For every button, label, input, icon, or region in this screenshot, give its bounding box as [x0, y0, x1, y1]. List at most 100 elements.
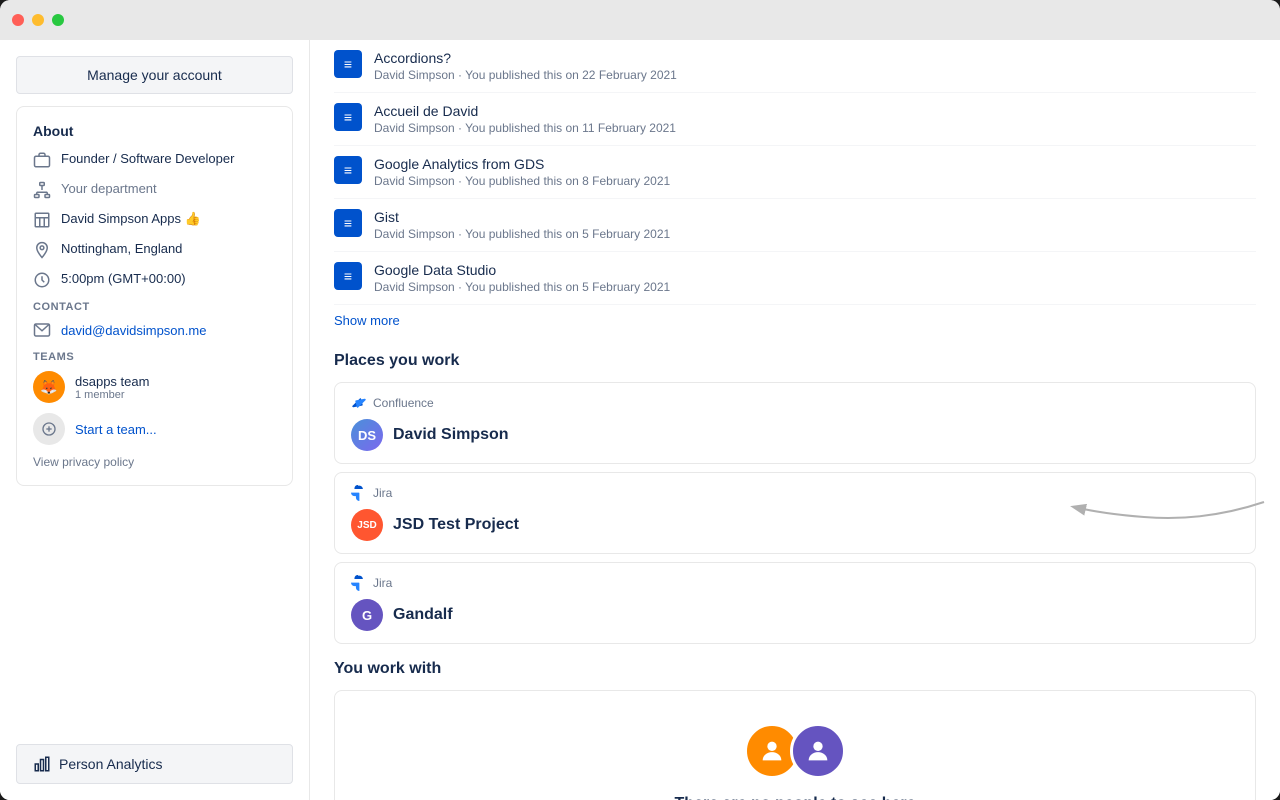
- article-item-3[interactable]: ≡ Gist David Simpson · You published thi…: [334, 199, 1256, 252]
- place-card-jira-2[interactable]: Jira G Gandalf: [334, 562, 1256, 644]
- article-item-4[interactable]: ≡ Google Data Studio David Simpson · You…: [334, 252, 1256, 305]
- confluence-body: DS David Simpson: [351, 419, 1239, 451]
- jira-icon-2: [351, 575, 367, 591]
- email-item: david@davidsimpson.me: [33, 321, 276, 339]
- person-icon-2: [804, 737, 832, 765]
- department-item: Your department: [33, 181, 276, 199]
- jira-avatar-1: JSD: [351, 509, 383, 541]
- confluence-icon: [351, 395, 367, 411]
- article-item-2[interactable]: ≡ Google Analytics from GDS David Simpso…: [334, 146, 1256, 199]
- places-heading: Places you work: [334, 352, 1256, 370]
- jira-label-1: Jira: [373, 486, 392, 500]
- jira-header-2: Jira: [351, 575, 1239, 591]
- place-card-confluence[interactable]: Confluence DS David Simpson: [334, 382, 1256, 464]
- article-meta: David Simpson · You published this on 5 …: [374, 280, 1256, 294]
- teams-label: TEAMS: [33, 351, 276, 363]
- place-card-jira-1[interactable]: Jira JSD JSD Test Project: [334, 472, 1256, 554]
- you-work-with-heading: You work with: [334, 660, 1256, 678]
- articles-list: ≡ Accordions? David Simpson · You publis…: [334, 40, 1256, 336]
- location-item: Nottingham, England: [33, 241, 276, 259]
- maximize-button[interactable]: [52, 14, 64, 26]
- teams-section: TEAMS 🦊 dsapps team 1 member: [33, 351, 276, 445]
- jira-body-2: G Gandalf: [351, 599, 1239, 631]
- jira-label-2: Jira: [373, 576, 392, 590]
- company-item: David Simpson Apps 👍: [33, 211, 276, 229]
- article-icon: ≡: [334, 209, 362, 237]
- location-icon: [33, 241, 51, 259]
- jira-header-1: Jira: [351, 485, 1239, 501]
- article-title: Accueil de David: [374, 103, 1256, 119]
- team-avatar: 🦊: [33, 371, 65, 403]
- email-icon: [33, 321, 51, 339]
- article-info: Accordions? David Simpson · You publishe…: [374, 50, 1256, 82]
- close-button[interactable]: [12, 14, 24, 26]
- article-title: Gist: [374, 209, 1256, 225]
- article-meta: David Simpson · You published this on 8 …: [374, 174, 1256, 188]
- you-work-with-section: You work with: [334, 660, 1256, 800]
- you-work-with-card: There are no people to see here: [334, 690, 1256, 800]
- team-name: dsapps team: [75, 374, 149, 389]
- article-icon: ≡: [334, 50, 362, 78]
- team-info: dsapps team 1 member: [75, 374, 149, 401]
- start-team-icon: [33, 413, 65, 445]
- location-text: Nottingham, England: [61, 241, 182, 256]
- article-item-1[interactable]: ≡ Accueil de David David Simpson · You p…: [334, 93, 1256, 146]
- confluence-avatar: DS: [351, 419, 383, 451]
- department-text: Your department: [61, 181, 157, 196]
- work-avatar-2: [790, 723, 846, 779]
- article-meta: David Simpson · You published this on 11…: [374, 121, 1256, 135]
- time-text: 5:00pm (GMT+00:00): [61, 271, 186, 286]
- places-section: Places you work Confluence DS David Simp…: [334, 352, 1256, 644]
- clock-icon: [33, 271, 51, 289]
- article-meta: David Simpson · You published this on 5 …: [374, 227, 1256, 241]
- minimize-button[interactable]: [32, 14, 44, 26]
- confluence-place-name: David Simpson: [393, 426, 509, 444]
- jira-avatar-2: G: [351, 599, 383, 631]
- contact-section: CONTACT david@davidsimpson.me: [33, 301, 276, 339]
- start-team-label[interactable]: Start a team...: [75, 422, 157, 437]
- add-team-icon: [41, 421, 57, 437]
- article-info: Google Data Studio David Simpson · You p…: [374, 262, 1256, 294]
- email-text[interactable]: david@davidsimpson.me: [61, 323, 206, 338]
- app-window: Manage your account About Founder / Soft…: [0, 0, 1280, 800]
- role-item: Founder / Software Developer: [33, 151, 276, 169]
- person-icon-1: [758, 737, 786, 765]
- main-content: ≡ Accordions? David Simpson · You publis…: [310, 40, 1280, 800]
- privacy-link[interactable]: View privacy policy: [33, 455, 276, 469]
- article-title: Google Data Studio: [374, 262, 1256, 278]
- confluence-header: Confluence: [351, 395, 1239, 411]
- jira-body-1: JSD JSD Test Project: [351, 509, 1239, 541]
- article-info: Accueil de David David Simpson · You pub…: [374, 103, 1256, 135]
- about-section: About Founder / Software Developer Yo: [16, 106, 293, 486]
- article-item-0[interactable]: ≡ Accordions? David Simpson · You publis…: [334, 40, 1256, 93]
- role-text: Founder / Software Developer: [61, 151, 234, 166]
- analytics-icon: [33, 755, 51, 773]
- jira-place-name-2: Gandalf: [393, 606, 453, 624]
- time-item: 5:00pm (GMT+00:00): [33, 271, 276, 289]
- show-more-link[interactable]: Show more: [334, 305, 1256, 336]
- jira-place-name-1: JSD Test Project: [393, 516, 519, 534]
- contact-label: CONTACT: [33, 301, 276, 313]
- manage-account-button[interactable]: Manage your account: [16, 56, 293, 94]
- person-analytics-button[interactable]: Person Analytics: [16, 744, 293, 784]
- sidebar: Manage your account About Founder / Soft…: [0, 40, 310, 800]
- article-info: Gist David Simpson · You published this …: [374, 209, 1256, 241]
- no-people-text: There are no people to see here: [675, 795, 916, 800]
- start-team[interactable]: Start a team...: [33, 413, 276, 445]
- building-icon: [33, 211, 51, 229]
- titlebar: [0, 0, 1280, 40]
- article-icon: ≡: [334, 156, 362, 184]
- article-icon: ≡: [334, 103, 362, 131]
- about-title: About: [33, 123, 276, 139]
- org-chart-icon: [33, 181, 51, 199]
- company-text: David Simpson Apps 👍: [61, 211, 201, 227]
- team-item[interactable]: 🦊 dsapps team 1 member: [33, 371, 276, 403]
- team-members: 1 member: [75, 389, 149, 401]
- article-title: Google Analytics from GDS: [374, 156, 1256, 172]
- person-analytics-label: Person Analytics: [59, 756, 163, 772]
- main-layout: Manage your account About Founder / Soft…: [0, 40, 1280, 800]
- briefcase-icon: [33, 151, 51, 169]
- work-avatars: [744, 723, 846, 779]
- article-icon: ≡: [334, 262, 362, 290]
- article-meta: David Simpson · You published this on 22…: [374, 68, 1256, 82]
